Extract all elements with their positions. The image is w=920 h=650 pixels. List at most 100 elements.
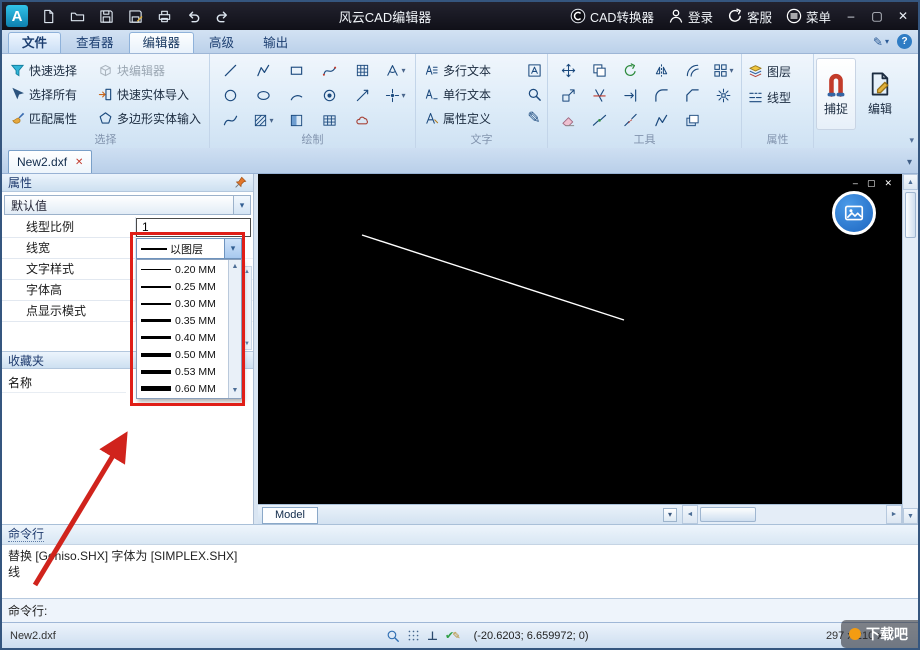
fillet-tool-icon[interactable] [646, 83, 677, 108]
spline-tool-icon[interactable] [214, 108, 247, 133]
edit-button[interactable]: 编辑 [860, 58, 900, 130]
scroll-right-icon[interactable]: ► [886, 505, 902, 524]
line-tool-icon[interactable] [214, 58, 247, 83]
canvas-close-icon[interactable]: ✕ [884, 179, 892, 188]
layers-button[interactable]: 图层 [748, 63, 811, 80]
preset-combobox[interactable]: 默认值 ▾ [4, 195, 251, 215]
pedit-tool-icon[interactable] [646, 108, 677, 133]
scrollbar-thumb[interactable] [700, 507, 756, 522]
linetype-button[interactable]: 线型 [748, 89, 811, 106]
horizontal-scrollbar[interactable]: ◄ ► [682, 504, 902, 524]
ortho-icon[interactable]: ⊥ [427, 629, 438, 643]
save-button[interactable] [94, 5, 118, 27]
dropdown-arrow-icon[interactable]: ▾ [224, 239, 241, 258]
ellipse-tool-icon[interactable] [247, 83, 280, 108]
style-pencil-icon[interactable]: ✎ ▾ [873, 35, 889, 49]
scroll-up-icon[interactable]: ▲ [244, 269, 250, 275]
zoom-icon[interactable] [386, 629, 400, 643]
rotate-tool-icon[interactable] [615, 58, 646, 83]
model-tab[interactable]: Model [262, 506, 318, 524]
array-tool-icon[interactable]: ▾ [708, 58, 739, 83]
scroll-up-icon[interactable]: ▲ [903, 174, 918, 190]
dropdown-scrollbar[interactable]: ▲ ▼ [228, 260, 241, 398]
help-icon[interactable]: ? [897, 34, 912, 49]
gradient-tool-icon[interactable] [280, 108, 313, 133]
tab-editor[interactable]: 编辑器 [128, 32, 195, 53]
drawing-canvas[interactable]: – ▢ ✕ Model ▾ ◄ ► [258, 174, 902, 524]
explode-tool-icon[interactable] [708, 83, 739, 108]
snap-button[interactable]: 捕捉 [816, 58, 856, 130]
draft-check-icon[interactable]: ✔✎ [445, 629, 461, 642]
scale-tool-icon[interactable] [553, 83, 584, 108]
print-button[interactable] [152, 5, 176, 27]
select-all-button[interactable]: 选择所有 [10, 86, 98, 103]
measure-tool-icon[interactable]: ▾ [379, 58, 412, 83]
block-editor-button[interactable]: 块编辑器 [98, 62, 214, 79]
scroll-down-icon[interactable]: ▼ [244, 341, 250, 347]
dropdown-arrow-icon[interactable]: ▾ [233, 196, 250, 214]
lineweight-option[interactable]: 0.20 MM [137, 261, 241, 278]
tab-file[interactable]: 文件 [8, 32, 62, 53]
table-tool-icon[interactable] [313, 108, 346, 133]
move-tool-icon[interactable] [553, 58, 584, 83]
lineweight-option[interactable]: 0.40 MM [137, 329, 241, 346]
arc-tool-icon[interactable] [280, 83, 313, 108]
vertical-scrollbar[interactable]: ▲ ▼ [902, 174, 918, 524]
polygon-entity-input-button[interactable]: 多边形实体输入 [98, 110, 214, 127]
customer-service-button[interactable]: 客服 [720, 2, 779, 30]
lineweight-option[interactable]: 0.53 MM [137, 363, 241, 380]
collapse-ribbon-icon[interactable]: ▾ [909, 135, 914, 146]
hatch-tool-icon[interactable]: ▾ [247, 108, 280, 133]
sketch-tool-icon[interactable] [313, 58, 346, 83]
canvas-restore-icon[interactable]: ▢ [867, 179, 876, 188]
lineweight-option[interactable]: 0.60 MM [137, 380, 241, 397]
tab-output[interactable]: 输出 [249, 32, 302, 53]
find-text-icon[interactable] [524, 82, 544, 106]
maximize-button[interactable]: ▢ [864, 2, 890, 30]
minimize-button[interactable]: – [838, 2, 864, 30]
join-tool-icon[interactable] [584, 108, 615, 133]
redo-button[interactable] [210, 5, 234, 27]
scrollbar-thumb[interactable] [905, 192, 916, 238]
polyline-tool-icon[interactable] [247, 58, 280, 83]
save-as-button[interactable] [123, 5, 147, 27]
undo-button[interactable] [181, 5, 205, 27]
match-properties-button[interactable]: 匹配属性 [10, 110, 98, 127]
lineweight-combobox[interactable]: 以图层 ▾ [136, 238, 242, 259]
pin-icon[interactable] [234, 176, 247, 189]
break-tool-icon[interactable] [615, 108, 646, 133]
revision-cloud-tool-icon[interactable] [346, 108, 379, 133]
linetype-scale-value[interactable]: 1 [136, 218, 251, 237]
tab-viewer[interactable]: 查看器 [62, 32, 128, 53]
menu-button[interactable]: 菜单 [779, 2, 838, 30]
scrollbar-track[interactable] [698, 505, 886, 524]
image-convert-badge[interactable] [832, 191, 876, 235]
offset-tool-icon[interactable] [677, 58, 708, 83]
lineweight-option[interactable]: 0.30 MM [137, 295, 241, 312]
mirror-tool-icon[interactable] [646, 58, 677, 83]
tab-advanced[interactable]: 高级 [195, 32, 248, 53]
close-document-icon[interactable]: ✕ [75, 157, 83, 168]
scrollbar-track[interactable] [903, 190, 918, 508]
canvas-minimize-icon[interactable]: – [853, 179, 858, 188]
lineweight-option[interactable]: 0.25 MM [137, 278, 241, 295]
text-style-icon[interactable] [524, 58, 544, 82]
grid-icon[interactable] [407, 629, 420, 642]
lineweight-option[interactable]: 0.35 MM [137, 312, 241, 329]
trim-tool-icon[interactable] [584, 83, 615, 108]
quick-entity-import-button[interactable]: 快速实体导入 [98, 86, 214, 103]
close-button[interactable]: ✕ [890, 2, 916, 30]
document-tabs-more-icon[interactable]: ▾ [907, 157, 912, 168]
donut-tool-icon[interactable] [313, 83, 346, 108]
command-input[interactable] [53, 599, 918, 622]
scroll-left-icon[interactable]: ◄ [682, 505, 698, 524]
document-tab[interactable]: New2.dxf ✕ [8, 150, 93, 173]
region-tool-icon[interactable] [346, 58, 379, 83]
circle-tool-icon[interactable] [214, 83, 247, 108]
quick-select-button[interactable]: 快速选择 [10, 62, 98, 79]
chamfer-tool-icon[interactable] [677, 83, 708, 108]
scroll-down-icon[interactable]: ▼ [232, 386, 239, 396]
lineweight-option[interactable]: 0.50 MM [137, 346, 241, 363]
copy-tool-icon[interactable] [584, 58, 615, 83]
point-tool-icon[interactable]: ▾ [379, 83, 412, 108]
